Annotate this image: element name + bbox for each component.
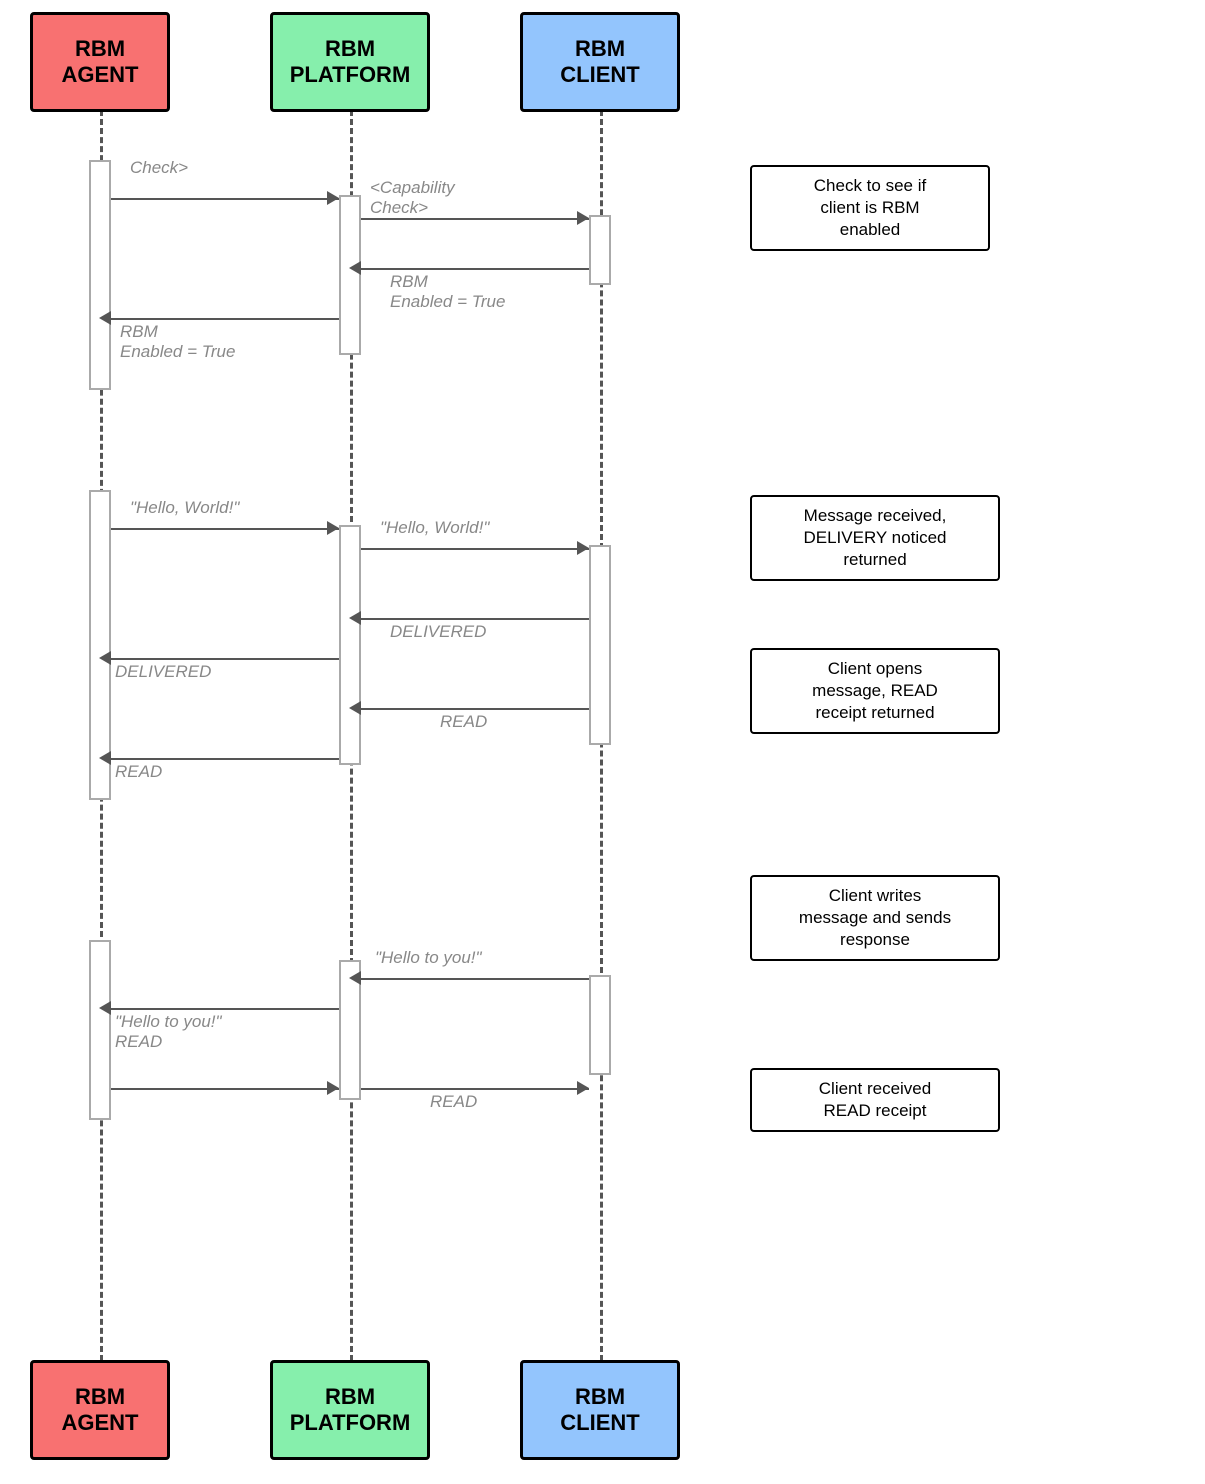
- read-arrow-2: [111, 758, 339, 760]
- hello-to-you-arrow-1: [361, 978, 589, 980]
- note-read-receipt: Client opensmessage, READreceipt returne…: [750, 648, 1000, 734]
- platform-activation-2: [339, 525, 361, 765]
- read-label-1: READ: [440, 712, 487, 732]
- cap-check-arrowhead-2: [577, 211, 589, 225]
- platform-label-bottom: RBMPLATFORM: [290, 1384, 411, 1437]
- client-actor-bottom: RBMCLIENT: [520, 1360, 680, 1460]
- read-arrow-4: [361, 1088, 589, 1090]
- platform-actor-bottom: RBMPLATFORM: [270, 1360, 430, 1460]
- hello-to-you-label-2: "Hello to you!"READ: [115, 1012, 222, 1052]
- hello-arrowhead-2: [577, 541, 589, 555]
- rbm-enabled-arrow-2: [111, 318, 339, 320]
- read-arrowhead-4: [577, 1081, 589, 1095]
- delivered-label-2: DELIVERED: [115, 662, 211, 682]
- note-client-writes: Client writesmessage and sendsresponse: [750, 875, 1000, 961]
- delivered-arrow-2: [111, 658, 339, 660]
- read-label-4: READ: [430, 1092, 477, 1112]
- cap-check-arrow-2: [361, 218, 589, 220]
- hello-to-you-label-1: "Hello to you!": [375, 948, 482, 968]
- delivered-arrowhead-2: [99, 651, 111, 665]
- hello-to-you-arrowhead-2: [99, 1001, 111, 1015]
- hello-label-1: "Hello, World!": [130, 498, 239, 518]
- agent-actor-top: RBMAGENT: [30, 12, 170, 112]
- hello-to-you-arrow-2: [111, 1008, 339, 1010]
- read-arrowhead-3: [327, 1081, 339, 1095]
- agent-activation-3: [89, 940, 111, 1120]
- client-activation-2: [589, 545, 611, 745]
- client-label-top: RBMCLIENT: [560, 36, 639, 89]
- agent-actor-bottom: RBMAGENT: [30, 1360, 170, 1460]
- hello-label-2: "Hello, World!": [380, 518, 489, 538]
- client-activation-3: [589, 975, 611, 1075]
- agent-activation-1: [89, 160, 111, 390]
- cap-check-arrowhead-1: [327, 191, 339, 205]
- note-client-read: Client receivedREAD receipt: [750, 1068, 1000, 1132]
- platform-activation-1: [339, 195, 361, 355]
- rbm-enabled-arrow-1: [361, 268, 589, 270]
- rbm-enabled-label-1: RBMEnabled = True: [390, 272, 505, 312]
- client-activation-1: [589, 215, 611, 285]
- cap-check-label-2: <CapabilityCheck>: [370, 178, 510, 218]
- read-arrowhead-1: [349, 701, 361, 715]
- rbm-enabled-arrowhead-1: [349, 261, 361, 275]
- read-arrowhead-2: [99, 751, 111, 765]
- delivered-arrow-1: [361, 618, 589, 620]
- read-label-2: READ: [115, 762, 162, 782]
- hello-to-you-arrowhead-1: [349, 971, 361, 985]
- client-label-bottom: RBMCLIENT: [560, 1384, 639, 1437]
- cap-check-arrow-1: [111, 198, 339, 200]
- cap-check-label-1: Check>: [130, 158, 260, 178]
- agent-label-bottom: RBMAGENT: [62, 1384, 139, 1437]
- note-delivery: Message received,DELIVERY noticedreturne…: [750, 495, 1000, 581]
- note-capability: Check to see ifclient is RBMenabled: [750, 165, 990, 251]
- read-arrow-3: [111, 1088, 339, 1090]
- hello-arrow-1: [111, 528, 339, 530]
- read-arrow-1: [361, 708, 589, 710]
- delivered-label-1: DELIVERED: [390, 622, 486, 642]
- agent-label-top: RBMAGENT: [62, 36, 139, 89]
- platform-actor-top: RBMPLATFORM: [270, 12, 430, 112]
- platform-label-top: RBMPLATFORM: [290, 36, 411, 89]
- hello-arrow-2: [361, 548, 589, 550]
- client-actor-top: RBMCLIENT: [520, 12, 680, 112]
- rbm-enabled-arrowhead-2: [99, 311, 111, 325]
- hello-arrowhead-1: [327, 521, 339, 535]
- rbm-enabled-label-2: RBMEnabled = True: [120, 322, 235, 362]
- delivered-arrowhead-1: [349, 611, 361, 625]
